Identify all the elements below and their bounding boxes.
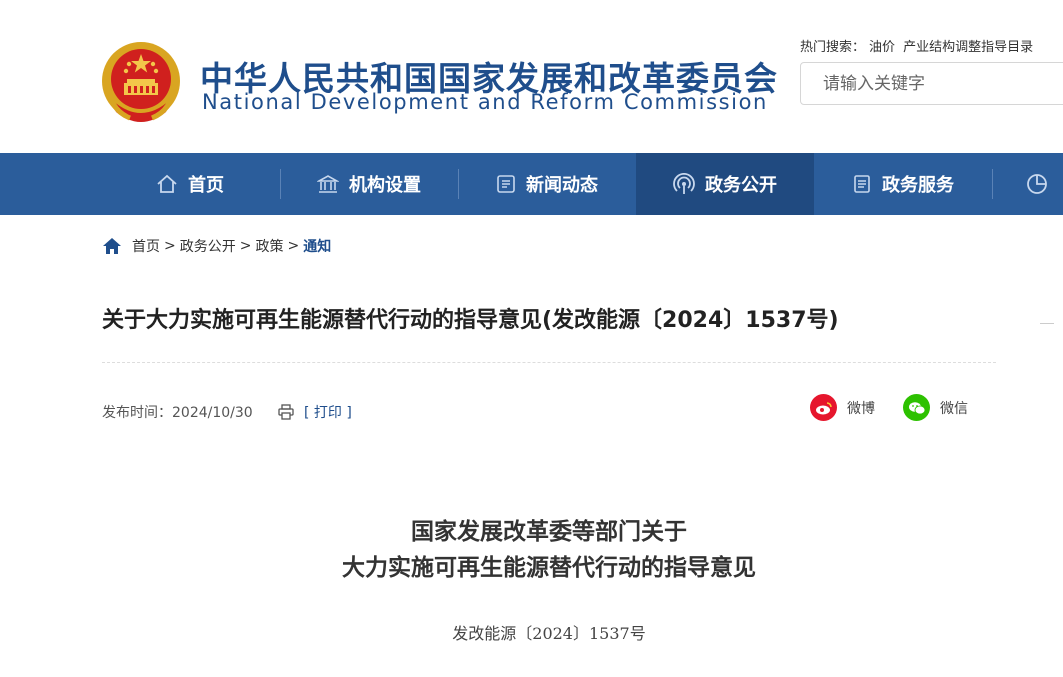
nav-item-label: 机构设置	[349, 175, 421, 196]
document-heading-line-2: 大力实施可再生能源替代行动的指导意见	[342, 555, 756, 581]
article-title: 关于大力实施可再生能源替代行动的指导意见(发改能源〔2024〕1537号)	[102, 308, 839, 333]
nav-item-data[interactable]	[1010, 153, 1063, 215]
search-box	[800, 62, 1063, 105]
breadcrumb-separator: >	[239, 238, 252, 254]
nav-item-home[interactable]: 首页	[100, 153, 280, 215]
nav-item-label: 首页	[188, 175, 224, 196]
publish-date: 2024/10/30	[172, 405, 253, 421]
weibo-icon	[810, 394, 837, 421]
nav-item-services[interactable]: 政务服务	[814, 153, 992, 215]
nav-item-organization[interactable]: 机构设置	[280, 153, 458, 215]
breadcrumb-item-government-affairs[interactable]: 政务公开	[180, 236, 236, 256]
news-icon	[497, 175, 515, 193]
nav-divider	[992, 169, 993, 199]
broadcast-icon	[673, 173, 695, 194]
print-label: [ 打印 ]	[304, 405, 352, 421]
nav-item-label: 新闻动态	[526, 175, 598, 196]
national-emblem-icon[interactable]	[100, 40, 182, 126]
printer-icon	[278, 404, 294, 420]
hot-search: 热门搜索： 油价 产业结构调整指导目录	[800, 36, 1033, 55]
chart-icon	[1027, 174, 1047, 194]
document-icon	[854, 175, 870, 193]
search-input[interactable]	[801, 63, 1063, 104]
nav-item-label: 政务公开	[705, 175, 777, 196]
publish-info: 发布时间：2024/10/30	[102, 402, 253, 422]
print-button[interactable]: [ 打印 ]	[278, 402, 352, 422]
site-header: 中华人民共和国国家发展和改革委员会 National Development a…	[0, 0, 1063, 153]
nav-item-news[interactable]: 新闻动态	[458, 153, 636, 215]
hot-search-link-industry-catalog[interactable]: 产业结构调整指导目录	[903, 40, 1033, 55]
document-number: 发改能源〔2024〕1537号	[452, 624, 646, 643]
nav-item-label: 政务服务	[882, 175, 954, 196]
hot-search-link-oil-price[interactable]: 油价	[869, 40, 895, 55]
building-icon	[317, 175, 339, 193]
wechat-icon	[903, 394, 930, 421]
breadcrumb-item-home[interactable]: 首页	[132, 236, 160, 256]
breadcrumb-separator: >	[164, 238, 176, 254]
site-title-english[interactable]: National Development and Reform Commissi…	[202, 90, 768, 114]
home-icon[interactable]	[102, 237, 122, 255]
breadcrumb: 首页 > 政务公开 > 政策 > 通知	[102, 236, 331, 256]
main-nav: 首页 机构设置 新闻动态 政务公开 政务服务	[0, 153, 1063, 215]
divider-mark	[1040, 323, 1054, 324]
breadcrumb-separator: >	[287, 238, 300, 254]
publish-date-label: 发布时间：	[102, 405, 172, 421]
home-icon	[157, 174, 177, 193]
share-wechat-label: 微信	[940, 400, 968, 417]
share-weibo-label: 微博	[847, 400, 875, 417]
hot-search-label: 热门搜索：	[800, 40, 866, 55]
document-heading-line-1: 国家发展改革委等部门关于	[411, 519, 687, 545]
share-wechat-button[interactable]: 微信	[903, 394, 968, 421]
breadcrumb-item-policy[interactable]: 政策	[255, 236, 283, 256]
nav-item-government-affairs[interactable]: 政务公开	[636, 153, 814, 215]
share-weibo-button[interactable]: 微博	[810, 394, 875, 421]
breadcrumb-item-notice[interactable]: 通知	[303, 236, 331, 256]
title-divider	[102, 362, 996, 363]
